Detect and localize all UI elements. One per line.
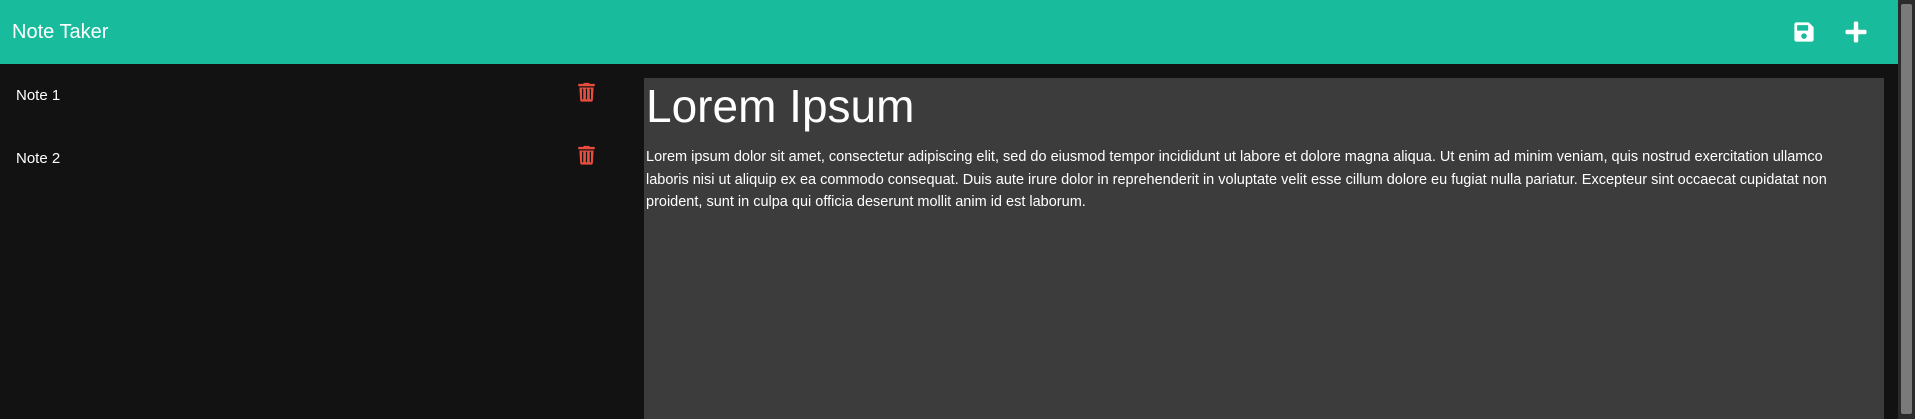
trash-icon [577,82,595,102]
plus-icon [1845,21,1867,43]
navbar: Note Taker [0,0,1898,64]
save-note-button[interactable] [1790,18,1818,46]
notes-sidebar: Note 1 Note 2 [0,64,640,419]
note-title-input[interactable]: Lorem Ipsum [646,78,1882,134]
app-brand[interactable]: Note Taker [12,21,108,44]
note-title: Note 2 [16,150,61,167]
note-editor[interactable]: Lorem Ipsum Lorem ipsum dolor sit amet, … [644,78,1884,419]
delete-note-button[interactable] [575,144,597,166]
delete-note-button[interactable] [575,81,597,103]
note-body-textarea[interactable]: Lorem ipsum dolor sit amet, consectetur … [646,146,1882,214]
note-taker-app: Note Taker Note 1 Note 2 Lorem Ipsum Lor… [0,0,1915,419]
nav-actions [1790,18,1886,46]
floppy-disk-icon [1794,22,1814,42]
new-note-button[interactable] [1842,18,1870,46]
note-list-item[interactable]: Note 2 [0,127,640,190]
note-list-item[interactable]: Note 1 [0,64,640,127]
page-scrollbar[interactable] [1898,0,1915,419]
note-title: Note 1 [16,87,61,104]
scrollbar-thumb[interactable] [1901,4,1912,414]
trash-icon [577,145,595,165]
